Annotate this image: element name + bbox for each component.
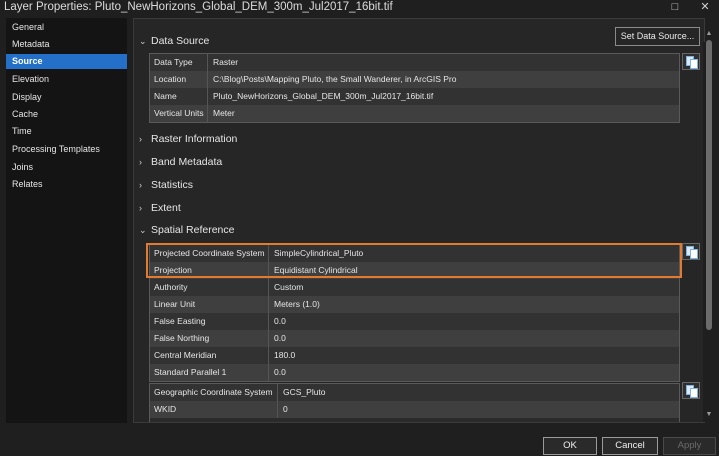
section-spatial-reference[interactable]: ⌄ Spatial Reference — [139, 222, 234, 238]
chevron-right-icon: › — [139, 157, 142, 167]
data-source-table: Data Type Raster Location C:\Blog\Posts\… — [149, 53, 680, 123]
sidebar-item-metadata[interactable]: Metadata — [6, 37, 127, 52]
chevron-right-icon: › — [139, 180, 142, 190]
property-key: Linear Unit — [154, 299, 196, 309]
property-key: Name — [154, 91, 177, 101]
section-title: Extent — [151, 202, 181, 214]
section-data-source[interactable]: ⌄ Data Source — [139, 33, 209, 49]
property-value: Raster — [213, 57, 239, 67]
property-key: Location — [154, 74, 187, 84]
sidebar-item-processing-templates[interactable]: Processing Templates — [6, 142, 127, 157]
copy-icon[interactable] — [682, 53, 700, 70]
table-row: Authority Custom — [150, 279, 679, 296]
property-value: Meter — [213, 108, 235, 118]
scrollbar-thumb[interactable] — [706, 40, 712, 330]
sidebar-item-display[interactable]: Display — [6, 90, 127, 105]
table-row: Vertical Units Meter — [150, 105, 679, 122]
property-key: Data Type — [154, 57, 193, 67]
property-value: 0.0 — [274, 367, 286, 377]
property-key: Standard Parallel 1 — [154, 367, 227, 377]
close-icon[interactable]: ✕ — [694, 0, 716, 15]
property-key: Central Meridian — [154, 350, 217, 360]
property-key: WKID — [154, 404, 177, 414]
set-data-source-button[interactable]: Set Data Source... — [615, 27, 700, 46]
table-row: Standard Parallel 1 0.0 — [150, 364, 679, 381]
section-extent[interactable]: › Extent — [139, 200, 181, 216]
property-key: False Easting — [154, 316, 206, 326]
property-value: Custom — [274, 282, 304, 292]
chevron-right-icon: › — [139, 203, 142, 213]
sidebar-item-general[interactable]: General — [6, 20, 127, 35]
table-row: Geographic Coordinate System GCS_Pluto — [150, 384, 679, 401]
highlight-box — [146, 243, 682, 278]
chevron-down-icon: ⌄ — [139, 225, 147, 235]
property-key: Authority — [154, 282, 188, 292]
section-title: Spatial Reference — [151, 224, 235, 236]
sidebar-item-elevation[interactable]: Elevation — [6, 72, 127, 87]
source-panel: Set Data Source... ⌄ Data Source Data Typ… — [133, 18, 705, 423]
property-value: C:\Blog\Posts\Mapping Pluto, the Small W… — [213, 74, 457, 84]
section-raster-information[interactable]: › Raster Information — [139, 131, 237, 147]
table-row: Data Type Raster — [150, 54, 679, 71]
property-value: Meters (1.0) — [274, 299, 320, 309]
cancel-button[interactable]: Cancel — [602, 437, 658, 455]
scroll-down-icon[interactable]: ▼ — [704, 410, 714, 420]
property-value: 0 — [283, 404, 288, 414]
chevron-down-icon: ⌄ — [139, 36, 147, 46]
section-band-metadata[interactable]: › Band Metadata — [139, 154, 222, 170]
sidebar-item-time[interactable]: Time — [6, 124, 127, 139]
property-value: Pluto_NewHorizons_Global_DEM_300m_Jul201… — [213, 91, 434, 101]
section-statistics[interactable]: › Statistics — [139, 177, 193, 193]
section-title: Data Source — [151, 35, 210, 47]
copy-icon[interactable] — [682, 243, 700, 260]
maximize-icon[interactable]: □ — [664, 0, 686, 15]
table-row: Name Pluto_NewHorizons_Global_DEM_300m_J… — [150, 88, 679, 105]
sidebar: General Metadata Source Elevation Displa… — [6, 18, 127, 423]
ok-button[interactable]: OK — [543, 437, 597, 455]
table-row: Linear Unit Meters (1.0) — [150, 296, 679, 313]
copy-icon[interactable] — [682, 382, 700, 399]
property-value: 0.0 — [274, 333, 286, 343]
property-value: 0.0 — [274, 316, 286, 326]
table-row: WKID 0 — [150, 401, 679, 418]
property-key: Geographic Coordinate System — [154, 387, 273, 397]
title-bar: Layer Properties: Pluto_NewHorizons_Glob… — [0, 0, 719, 15]
section-title: Statistics — [151, 179, 194, 191]
property-value: 180.0 — [274, 350, 296, 360]
sidebar-item-joins[interactable]: Joins — [6, 160, 127, 175]
geographic-cs-table: Geographic Coordinate System GCS_Pluto W… — [149, 383, 680, 422]
table-row: False Northing 0.0 — [150, 330, 679, 347]
apply-button[interactable]: Apply — [663, 437, 716, 455]
property-key: Vertical Units — [154, 108, 204, 118]
scroll-up-icon[interactable]: ▲ — [704, 29, 714, 39]
chevron-right-icon: › — [139, 134, 142, 144]
table-row: Central Meridian 180.0 — [150, 347, 679, 364]
sidebar-item-cache[interactable]: Cache — [6, 107, 127, 122]
property-key: False Northing — [154, 333, 210, 343]
table-row: Location C:\Blog\Posts\Mapping Pluto, th… — [150, 71, 679, 88]
window-title: Layer Properties: Pluto_NewHorizons_Glob… — [4, 1, 393, 13]
section-title: Band Metadata — [151, 156, 223, 168]
section-title: Raster Information — [151, 133, 238, 145]
table-row: False Easting 0.0 — [150, 313, 679, 330]
sidebar-item-source[interactable]: Source — [6, 54, 127, 69]
property-value: GCS_Pluto — [283, 387, 326, 397]
sidebar-item-relates[interactable]: Relates — [6, 177, 127, 192]
